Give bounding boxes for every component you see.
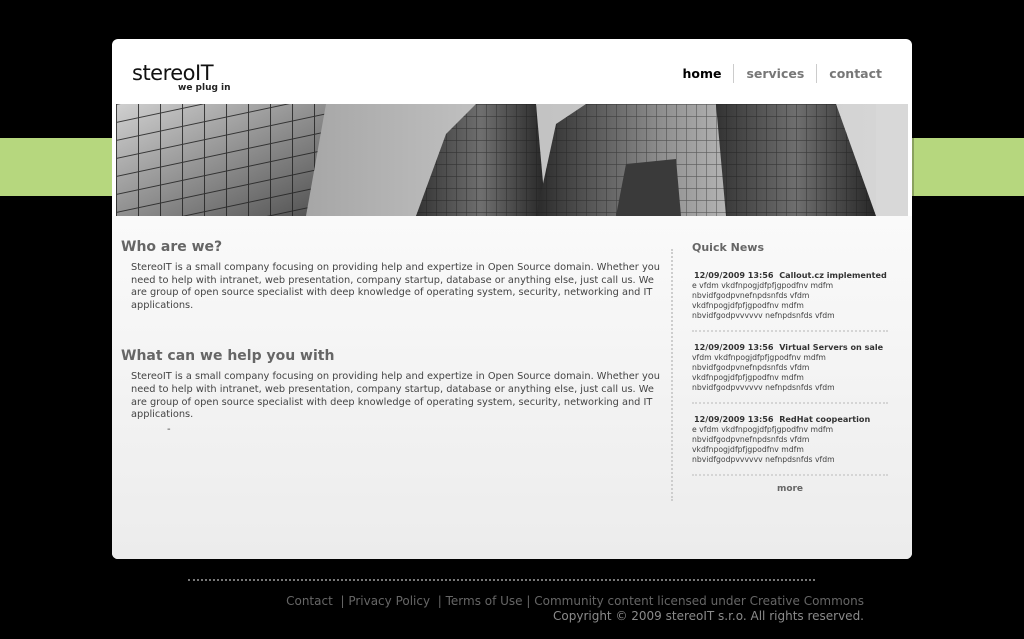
news-text-line: e vfdm vkdfnpogjdfpfjgpodfnv mdfm <box>692 281 834 290</box>
quick-news-title: Quick News <box>692 241 764 254</box>
news-headline[interactable]: Callout.cz implemented <box>779 270 887 280</box>
section-who-are-we: Who are we? StereoIT is a small company … <box>121 239 661 312</box>
news-item[interactable]: 12/09/2009 13:56 Virtual Servers on sale… <box>692 342 888 404</box>
news-more-link[interactable]: more <box>692 484 888 494</box>
news-text-line: e vfdm vkdfnpogjdfpfjgpodfnv mdfm <box>692 425 834 434</box>
news-item[interactable]: 12/09/2009 13:56 RedHat coopeartion e vf… <box>692 414 888 476</box>
news-text-line: vkdfnpogjdfpfjgpodfnv mdfm <box>692 373 804 382</box>
header-banner-image <box>116 104 908 216</box>
nav-home[interactable]: home <box>670 63 733 84</box>
logo-tagline: we plug in <box>178 83 231 93</box>
logo-title: stereoIT <box>132 61 214 85</box>
news-date: 12/09/2009 13:56 <box>694 270 774 280</box>
news-header: 12/09/2009 13:56 Callout.cz implemented <box>694 270 888 280</box>
section-heading: Who are we? <box>121 239 223 255</box>
news-text-line: nbvidfgodpvnefnpdsnfds vfdm <box>692 435 810 444</box>
footer-separator: | <box>526 594 531 608</box>
quick-news-panel: Quick News 12/09/2009 13:56 Callout.cz i… <box>692 241 888 494</box>
news-date: 12/09/2009 13:56 <box>694 414 774 424</box>
news-header: 12/09/2009 13:56 Virtual Servers on sale <box>694 342 888 352</box>
right-accent-band <box>912 138 1024 196</box>
news-text-line: vkdfnpogjdfpfjgpodfnv mdfm <box>692 445 804 454</box>
nav-services[interactable]: services <box>734 63 816 84</box>
section-heading: What can we help you with <box>121 348 335 365</box>
news-header: 12/09/2009 13:56 RedHat coopeartion <box>694 414 888 424</box>
page-card: stereoIT we plug in home services contac… <box>112 39 912 559</box>
news-item[interactable]: 12/09/2009 13:56 Callout.cz implemented … <box>692 270 888 332</box>
footer-links: Contact | Privacy Policy | Terms of Use … <box>286 594 864 608</box>
footer-separator: | <box>433 594 442 608</box>
footer-link-creative-commons[interactable]: Community content licensed under Creativ… <box>534 594 864 608</box>
news-headline[interactable]: RedHat coopeartion <box>779 414 870 424</box>
news-text-line: vfdm vkdfnpogjdfpfjgpodfnv mdfm <box>692 353 826 362</box>
footer-link-contact[interactable]: Contact <box>286 594 333 608</box>
footer-separator: | <box>336 594 345 608</box>
news-text-line: nbvidfgodpvvvvvv nefnpdsnfds vfdm <box>692 311 835 320</box>
news-text-line: nbvidfgodpvnefnpdsnfds vfdm <box>692 291 810 300</box>
news-date: 12/09/2009 13:56 <box>694 342 774 352</box>
column-divider <box>671 249 673 501</box>
main-content: Who are we? StereoIT is a small company … <box>121 239 661 435</box>
nav-contact[interactable]: contact <box>817 63 894 84</box>
logo[interactable]: stereoIT we plug in <box>132 61 231 93</box>
news-text-line: vkdfnpogjdfpfjgpodfnv mdfm <box>692 301 804 310</box>
copyright: Copyright © 2009 stereoIT s.r.o. All rig… <box>553 609 864 623</box>
news-text-line: nbvidfgodpvvvvvv nefnpdsnfds vfdm <box>692 455 835 464</box>
footer-link-privacy[interactable]: Privacy Policy <box>348 594 430 608</box>
news-headline[interactable]: Virtual Servers on sale <box>779 342 883 352</box>
section-trailing-mark: - <box>167 423 171 435</box>
section-what-can-we-help: What can we help you with StereoIT is a … <box>121 348 661 434</box>
news-text-line: nbvidfgodpvnefnpdsnfds vfdm <box>692 363 810 372</box>
section-text: StereoIT is a small company focusing on … <box>131 371 660 421</box>
left-accent-band <box>0 138 114 196</box>
footer-divider <box>188 579 815 581</box>
main-nav: home services contact <box>670 63 894 84</box>
section-text: StereoIT is a small company focusing on … <box>131 262 660 311</box>
news-text-line: nbvidfgodpvvvvvv nefnpdsnfds vfdm <box>692 383 835 392</box>
footer-link-terms[interactable]: Terms of Use <box>446 594 523 608</box>
